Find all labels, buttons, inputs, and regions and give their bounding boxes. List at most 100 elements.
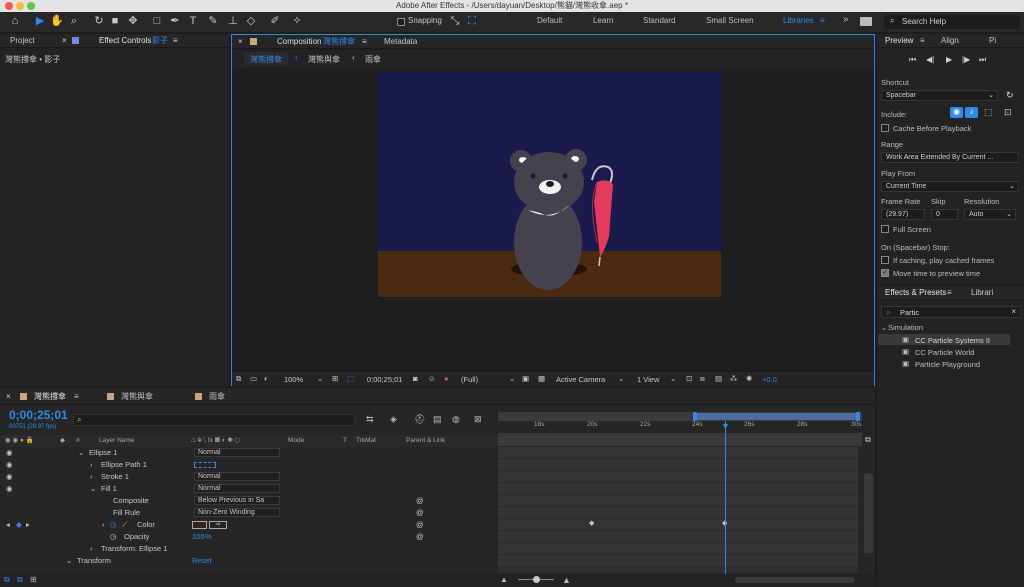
- chevron-down-icon[interactable]: ⌄: [90, 483, 96, 495]
- zoom-out-icon[interactable]: ▲: [500, 575, 508, 584]
- simulation-category[interactable]: Simulation: [888, 323, 923, 332]
- parent-column[interactable]: Parent & Link: [406, 435, 445, 447]
- t-column[interactable]: T: [343, 435, 347, 447]
- playhead-marker-icon[interactable]: ▼: [721, 421, 730, 431]
- track-bar[interactable]: [498, 555, 858, 567]
- expression-pickwhip-icon[interactable]: @: [416, 507, 424, 519]
- pen-tool-icon[interactable]: ✒: [168, 14, 182, 29]
- close-comp-tab-icon[interactable]: ×: [238, 35, 243, 49]
- prev-keyframe-icon[interactable]: ◂: [6, 519, 10, 531]
- toggle-switches-icon[interactable]: ⧉: [4, 575, 10, 585]
- graph-editor-icon[interactable]: ⊠: [474, 414, 482, 425]
- table-row[interactable]: ◉ ⌄ Ellipse 1 Normal: [0, 447, 498, 459]
- tab-effect-controls[interactable]: Effect Controls: [99, 34, 151, 48]
- exposure-value[interactable]: +0.0: [762, 375, 777, 384]
- skip-dropdown[interactable]: 0: [931, 209, 958, 220]
- reset-icon[interactable]: ↻: [1006, 90, 1014, 101]
- always-preview-icon[interactable]: ⧉: [236, 374, 241, 384]
- keyframe-icon[interactable]: ◆: [16, 519, 22, 531]
- eye-icon[interactable]: ◉: [6, 447, 13, 459]
- breadcrumb-item-3[interactable]: 雨傘: [365, 54, 381, 65]
- show-snapshot-icon[interactable]: ☺: [428, 374, 436, 383]
- eye-icon[interactable]: ◉: [6, 471, 13, 483]
- table-row[interactable]: ◉ › Stroke 1 Normal: [0, 471, 498, 483]
- tab-project[interactable]: Project: [10, 34, 35, 48]
- stopwatch-icon[interactable]: ◷: [110, 519, 117, 531]
- track-bar[interactable]: [498, 483, 858, 495]
- navigator-end-handle[interactable]: [856, 412, 860, 421]
- stopwatch-icon[interactable]: ◷: [110, 531, 117, 543]
- tab-libraries[interactable]: Librari: [971, 286, 993, 300]
- layer-search-input[interactable]: ⌕: [73, 414, 355, 426]
- timeline-tab-2[interactable]: 灣熊與傘: [121, 388, 153, 405]
- tab-metadata[interactable]: Metadata: [384, 35, 417, 49]
- table-row[interactable]: Fill Rule Non-Zero Winding @: [0, 507, 498, 519]
- effect-item-particle-playground[interactable]: Particle Playground: [915, 360, 980, 369]
- playhead-line[interactable]: [725, 421, 726, 587]
- snapping-checkbox[interactable]: [397, 18, 405, 26]
- snap-icon[interactable]: ⤡: [448, 14, 462, 29]
- work-area-bar[interactable]: [498, 433, 862, 446]
- navigator-start-handle[interactable]: [693, 412, 697, 421]
- shortcut-dropdown[interactable]: Spacebar ⌄: [881, 90, 998, 101]
- sync-settings-icon[interactable]: [860, 17, 872, 26]
- tab-extra[interactable]: Pi: [989, 34, 996, 48]
- composite-dropdown[interactable]: Below Previous in Sa: [194, 496, 280, 505]
- zoom-dropdown[interactable]: 100%: [284, 375, 303, 384]
- effects-menu-icon[interactable]: ≡: [947, 286, 952, 300]
- track-bar[interactable]: [498, 531, 858, 543]
- snapshot-icon[interactable]: ◙: [413, 374, 418, 383]
- timeline-icon[interactable]: ▤: [715, 374, 722, 383]
- include-video-icon[interactable]: ◉: [950, 107, 963, 118]
- puppet-tool-icon[interactable]: ✧: [290, 14, 304, 29]
- snap-features-icon[interactable]: ⛶: [465, 14, 479, 29]
- chevron-right-icon[interactable]: ›: [90, 543, 93, 555]
- track-bar[interactable]: [498, 447, 858, 459]
- eye-icon[interactable]: ◉: [6, 483, 13, 495]
- track-bar[interactable]: [498, 543, 858, 555]
- close-window-button[interactable]: [5, 2, 13, 10]
- eyedropper-icon[interactable]: ⇒: [209, 521, 227, 529]
- time-navigator[interactable]: [498, 412, 862, 421]
- timeline-timecode[interactable]: 0;00;25;01: [9, 408, 68, 422]
- toggle-modes-icon[interactable]: ⧉: [17, 575, 23, 585]
- help-search-box[interactable]: ⌕ Search Help: [884, 15, 1020, 29]
- eraser-tool-icon[interactable]: ◇: [244, 14, 258, 29]
- channel-icon[interactable]: ●: [444, 374, 449, 383]
- blend-mode-dropdown[interactable]: Normal: [194, 448, 280, 457]
- mode-column[interactable]: Mode: [288, 435, 304, 447]
- table-row[interactable]: ⌄ Transform Reset: [0, 555, 498, 567]
- table-row[interactable]: Composite Below Previous in Sa @: [0, 495, 498, 507]
- workspace-default[interactable]: Default: [537, 16, 562, 25]
- rectangle-tool-icon[interactable]: □: [150, 14, 164, 29]
- include-layer-controls-icon[interactable]: ⊡: [1004, 107, 1012, 118]
- track-bar[interactable]: [498, 519, 858, 531]
- camera-tool-icon[interactable]: ■: [108, 14, 122, 29]
- view-layout-dropdown[interactable]: 1 View: [637, 375, 659, 384]
- effect-item-cc-particle-world[interactable]: CC Particle World: [915, 348, 974, 357]
- expression-pickwhip-icon[interactable]: @: [416, 519, 424, 531]
- camera-dropdown[interactable]: Active Camera: [556, 375, 605, 384]
- workspace-menu-icon[interactable]: ≡: [820, 16, 825, 25]
- chevron-down-icon[interactable]: ⌄: [881, 323, 887, 332]
- current-time-display[interactable]: 0;00;25;01: [367, 375, 402, 384]
- comp-panel-menu-icon[interactable]: ≡: [362, 35, 367, 49]
- chevron-right-icon[interactable]: ›: [102, 519, 105, 531]
- track-bar[interactable]: [498, 471, 858, 483]
- home-icon[interactable]: ⌂: [8, 14, 22, 29]
- workspace-libraries[interactable]: Libraries: [783, 16, 814, 25]
- chevron-right-icon[interactable]: ›: [90, 459, 93, 471]
- workspace-overflow-icon[interactable]: »: [843, 14, 849, 25]
- cache-before-checkbox[interactable]: [881, 124, 889, 132]
- full-screen-checkbox[interactable]: [881, 225, 889, 233]
- color-swatch[interactable]: [192, 521, 207, 529]
- next-keyframe-icon[interactable]: ▸: [26, 519, 30, 531]
- expression-pickwhip-icon[interactable]: @: [416, 495, 424, 507]
- effects-search-input[interactable]: ⌕ Partic ×: [881, 306, 1021, 318]
- vertical-scrollbar[interactable]: ⧉: [862, 433, 875, 573]
- transform-reset-link[interactable]: Reset: [192, 555, 212, 567]
- fast-previews-icon[interactable]: ▣: [522, 374, 529, 383]
- play-from-dropdown[interactable]: Current Time ⌄: [881, 181, 1019, 192]
- zoom-window-button[interactable]: [27, 2, 35, 10]
- previous-frame-icon[interactable]: ◀|: [926, 55, 934, 64]
